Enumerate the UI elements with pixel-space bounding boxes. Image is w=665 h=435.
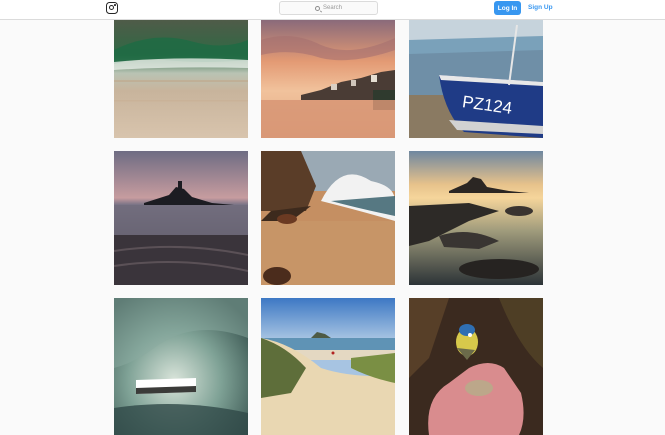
photo-wave-blur: [114, 20, 248, 138]
instagram-icon[interactable]: [106, 2, 118, 14]
search-input[interactable]: Search: [279, 1, 378, 15]
photo-tile-island-castle-dusk[interactable]: [114, 151, 248, 285]
photo-dunes-beach: [261, 298, 395, 435]
sign-up-link[interactable]: Sign Up: [528, 3, 553, 13]
photo-blue-tit: [409, 298, 543, 435]
photo-tile-cliff-beach[interactable]: [261, 151, 395, 285]
photo-tile-island-castle-rocks[interactable]: [409, 151, 543, 285]
photo-fishing-boat: PZ124: [409, 20, 543, 138]
log-in-button[interactable]: Log In: [494, 1, 521, 15]
photo-tile-wave-blur[interactable]: [114, 20, 248, 138]
photo-wave-tube: [114, 298, 248, 435]
photo-harbour-sunset: [261, 20, 395, 138]
search-placeholder: Search: [322, 5, 342, 11]
search-icon: [314, 5, 320, 11]
photo-tile-harbour-sunset[interactable]: [261, 20, 395, 138]
top-navigation-bar: Search Log In Sign Up: [0, 0, 665, 20]
photo-tile-blue-tit[interactable]: [409, 298, 543, 435]
photo-tile-dunes-beach[interactable]: [261, 298, 395, 435]
photo-tile-fishing-boat[interactable]: PZ124: [409, 20, 543, 138]
photo-cliff-beach: [261, 151, 395, 285]
photo-island-castle-rocks: [409, 151, 543, 285]
photo-tile-wave-tube[interactable]: [114, 298, 248, 435]
photo-island-castle-dusk: [114, 151, 248, 285]
